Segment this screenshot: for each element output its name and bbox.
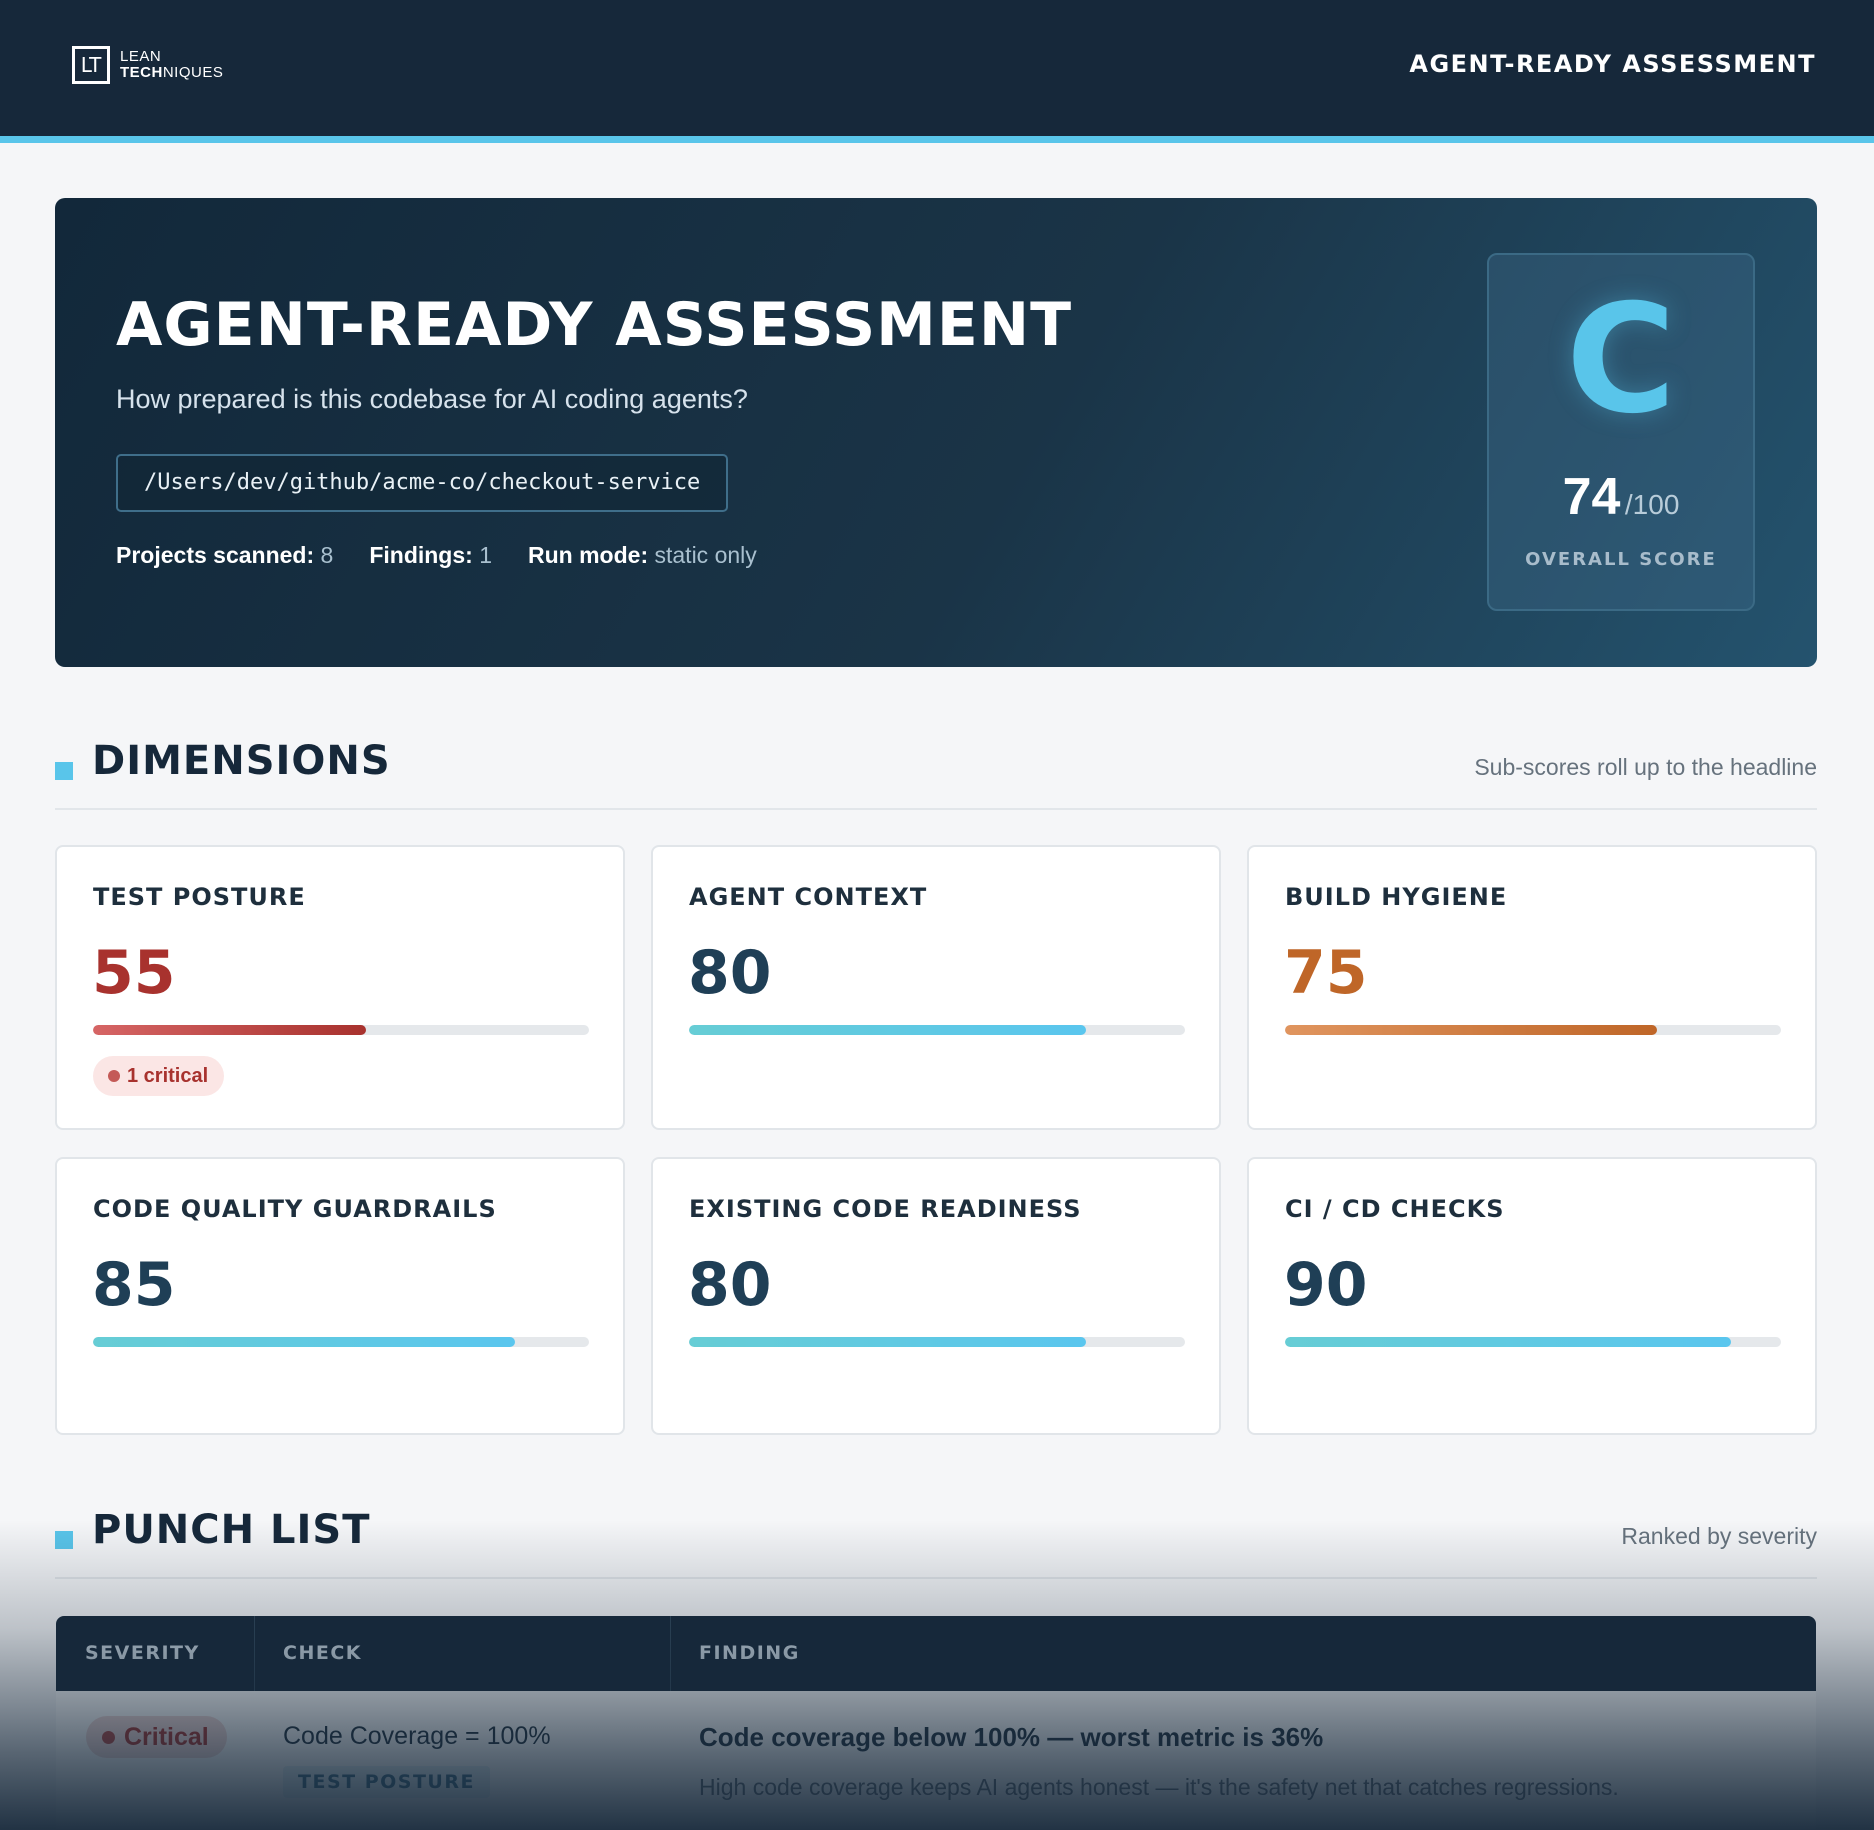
dimension-name: BUILD HYGIENE (1285, 883, 1508, 911)
score-label: OVERALL SCORE (1525, 549, 1717, 570)
finding-description: High code coverage keeps AI agents hones… (699, 1774, 1619, 1800)
dimension-name: TEST POSTURE (93, 883, 306, 911)
dimension-score: 80 (688, 938, 772, 1008)
critical-dot-icon (108, 1070, 120, 1082)
overall-score-card: C 74 /100 OVERALL SCORE (1487, 253, 1755, 611)
punch-list-table: SEVERITY CHECK FINDING Critical Code Cov… (56, 1616, 1816, 1830)
nav-title: AGENT-READY ASSESSMENT (1409, 50, 1816, 78)
column-header-check[interactable]: CHECK (254, 1616, 362, 1691)
dimension-card[interactable]: EXISTING CODE READINESS 80 (651, 1157, 1221, 1435)
logo-line-1: LEAN (120, 48, 162, 65)
dimension-progress-fill (689, 1337, 1086, 1347)
column-header-severity[interactable]: SEVERITY (85, 1616, 200, 1691)
section-title: DIMENSIONS (92, 738, 391, 784)
logo-mark-icon: LT (72, 46, 110, 84)
meta-findings: Findings: 1 (369, 542, 492, 568)
dimension-progress (689, 1337, 1185, 1347)
dimension-card[interactable]: BUILD HYGIENE 75 (1247, 845, 1817, 1130)
dimension-progress-fill (93, 1337, 515, 1347)
meta-projects-scanned: Projects scanned: 8 (116, 542, 334, 568)
dimension-score: 75 (1284, 938, 1368, 1008)
dimension-name: EXISTING CODE READINESS (689, 1195, 1082, 1223)
dimension-progress-fill (93, 1025, 366, 1035)
score-max: /100 (1624, 489, 1680, 520)
overall-score: 74 /100 (1489, 467, 1753, 527)
page-title: AGENT-READY ASSESSMENT (116, 290, 1073, 360)
severity-badge: Critical (86, 1716, 227, 1758)
dimension-card[interactable]: CI / CD CHECKS 90 (1247, 1157, 1817, 1435)
dimension-card[interactable]: AGENT CONTEXT 80 (651, 845, 1221, 1130)
dimension-card[interactable]: TEST POSTURE 55 1 critical (55, 845, 625, 1130)
dimensions-header: DIMENSIONS Sub-scores roll up to the hea… (55, 738, 1817, 810)
dimension-name: CODE QUALITY GUARDRAILS (93, 1195, 497, 1223)
scan-meta: Projects scanned: 8 Findings: 1 Run mode… (116, 542, 757, 569)
punch-list-header: PUNCH LIST Ranked by severity (55, 1507, 1817, 1579)
logo-wordmark: LEAN TECHNIQUES (120, 49, 223, 81)
dimension-name: CI / CD CHECKS (1285, 1195, 1505, 1223)
dimension-progress (93, 1025, 589, 1035)
section-note: Sub-scores roll up to the headline (1474, 754, 1817, 780)
dimension-score: 90 (1284, 1250, 1368, 1320)
grade-letter: C (1565, 273, 1677, 447)
dimension-tag: TEST POSTURE (283, 1766, 490, 1798)
brand-logo[interactable]: LT LEAN TECHNIQUES (72, 46, 223, 84)
meta-run-mode: Run mode: static only (528, 542, 757, 568)
section-note: Ranked by severity (1621, 1523, 1817, 1549)
dimension-progress-fill (1285, 1025, 1657, 1035)
section-title: PUNCH LIST (92, 1507, 371, 1553)
dimension-score: 80 (688, 1250, 772, 1320)
dimension-score: 55 (92, 938, 176, 1008)
check-name: Code Coverage = 100% (283, 1722, 551, 1750)
top-nav-bar: LT LEAN TECHNIQUES AGENT-READY ASSESSMEN… (0, 0, 1874, 143)
column-header-finding[interactable]: FINDING (670, 1616, 800, 1691)
dimension-progress (93, 1337, 589, 1347)
severity-dot-icon (102, 1731, 115, 1744)
page-subtitle: How prepared is this codebase for AI cod… (116, 384, 748, 414)
critical-badge[interactable]: 1 critical (93, 1056, 225, 1096)
section-marker-icon (55, 1531, 73, 1549)
accent-divider (0, 136, 1874, 143)
logo-line-2: TECHNIQUES (120, 64, 224, 81)
dimension-card[interactable]: CODE QUALITY GUARDRAILS 85 (55, 1157, 625, 1435)
dimension-progress (689, 1025, 1185, 1035)
score-value: 74 (1562, 468, 1621, 526)
section-marker-icon (55, 762, 73, 780)
dimension-progress-fill (1285, 1337, 1732, 1347)
finding-title: Code coverage below 100% — worst metric … (699, 1722, 1324, 1752)
repo-path[interactable]: /Users/dev/github/acme-co/checkout-servi… (116, 454, 729, 512)
dimension-progress (1285, 1337, 1781, 1347)
dimension-progress-fill (689, 1025, 1086, 1035)
hero-panel: AGENT-READY ASSESSMENT How prepared is t… (55, 198, 1817, 667)
dimension-name: AGENT CONTEXT (689, 883, 928, 911)
dimension-progress (1285, 1025, 1781, 1035)
dimension-score: 85 (92, 1250, 176, 1320)
table-header: SEVERITY CHECK FINDING (56, 1616, 1816, 1691)
